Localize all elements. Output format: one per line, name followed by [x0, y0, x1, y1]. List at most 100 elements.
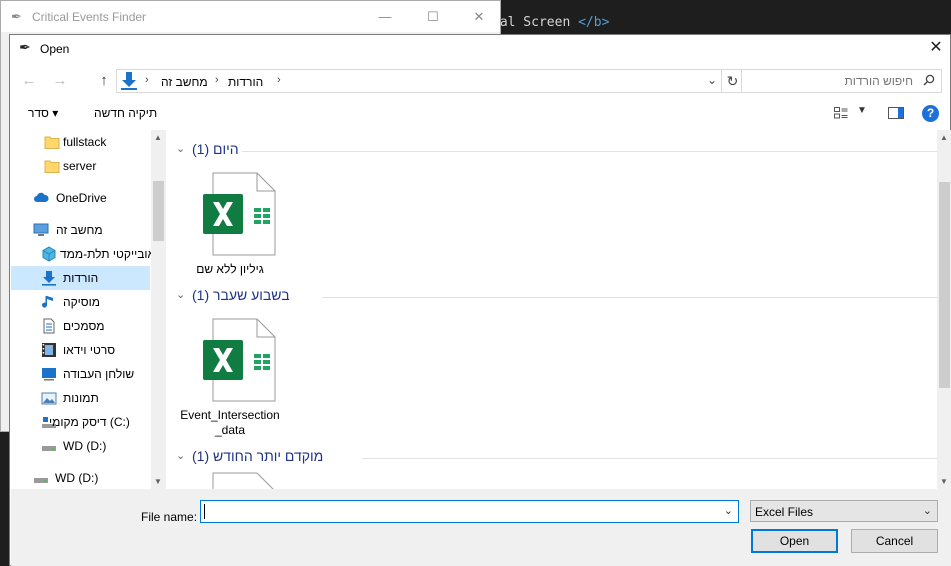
scroll-up-icon[interactable]: ▲	[154, 133, 162, 142]
file-name-combobox[interactable]: ⌄	[200, 500, 739, 523]
nav-item-label: fullstack	[63, 135, 107, 149]
code-tag: </b>	[578, 15, 610, 30]
nav-item-server[interactable]: server	[11, 154, 150, 178]
nav-item-label: שולחן העבודה	[63, 367, 135, 381]
help-icon[interactable]: ?	[922, 105, 939, 122]
new-folder-button[interactable]: תיקיה חדשה	[94, 106, 157, 120]
excel-file-icon	[203, 172, 276, 256]
download-icon	[121, 72, 137, 90]
group-header-last-week[interactable]: ⌄ (1) בשבוע שעבר	[176, 286, 937, 306]
search-box[interactable]	[741, 69, 942, 93]
chevron-down-icon[interactable]: ⌄	[724, 504, 733, 517]
parent-window-title: Critical Events Finder	[32, 10, 147, 24]
nav-item-wd-d-2[interactable]: WD (D:)	[11, 466, 150, 489]
nav-item-videos[interactable]: סרטי וידאו	[11, 338, 150, 362]
music-icon	[42, 296, 53, 308]
dialog-title: Open	[40, 42, 70, 56]
group-divider	[242, 151, 937, 152]
nav-item-label: WD (D:)	[55, 471, 99, 485]
cancel-button[interactable]: Cancel	[851, 529, 938, 553]
group-label: (1) מוקדם יותר החודש	[192, 448, 324, 464]
file-list-scrollbar[interactable]: ▲ ▼	[937, 130, 951, 489]
chevron-down-icon[interactable]: ⌄	[176, 288, 185, 301]
search-input[interactable]	[748, 73, 913, 89]
view-dropdown-arrow[interactable]: ▼	[857, 105, 867, 116]
breadcrumb-separator[interactable]: ›	[277, 74, 281, 86]
nav-item-label: מחשב זה	[56, 223, 103, 237]
dialog-footer: File name: ⌄ Excel Files ⌄ Open Cancel	[11, 489, 951, 566]
nav-item-fullstack[interactable]: fullstack	[11, 130, 150, 154]
file-type-value: Excel Files	[755, 505, 814, 519]
chevron-down-icon[interactable]: ⌄	[176, 142, 185, 155]
group-header-today[interactable]: ⌄ (1) היום	[176, 140, 937, 160]
up-arrow-icon[interactable]: ↑	[94, 71, 114, 91]
nav-item-music[interactable]: מוסיקה	[11, 290, 150, 314]
file-item[interactable]: גיליון ללא שם	[175, 172, 285, 292]
nav-item-this-pc[interactable]: מחשב זה	[11, 218, 150, 242]
navigation-pane: fullstack server OneDrive מחשב זה אובייק…	[11, 130, 166, 489]
feather-icon: ✒	[11, 9, 22, 24]
nav-item-label: אובייקטי תלת-ממד	[60, 247, 156, 261]
breadcrumb-this-pc[interactable]: מחשב זה	[161, 75, 208, 89]
breadcrumb-separator[interactable]: ›	[145, 74, 149, 86]
nav-item-label: סרטי וידאו	[63, 343, 116, 357]
minimize-button[interactable]: —	[370, 6, 400, 28]
file-item[interactable]: Event_Intersection_data	[175, 318, 285, 438]
download-icon	[42, 271, 56, 286]
file-icon-partial	[212, 472, 274, 489]
file-type-select[interactable]: Excel Files ⌄	[750, 500, 938, 522]
dialog-close-button[interactable]: ✕	[922, 35, 950, 61]
organize-button[interactable]: סדר ▾	[28, 106, 58, 120]
address-bar[interactable]: › מחשב זה › הורדות › ⌄ ↻	[116, 69, 744, 93]
file-name-input[interactable]	[205, 503, 715, 520]
nav-item-desktop[interactable]: שולחן העבודה	[11, 362, 150, 386]
chevron-down-icon[interactable]: ⌄	[176, 449, 185, 462]
desktop-icon	[42, 368, 56, 381]
forward-arrow-icon[interactable]: →	[50, 71, 70, 91]
nav-item-local-disk-c[interactable]: דיסק מקומי (C:)	[11, 410, 150, 434]
back-arrow-icon[interactable]: ←	[19, 71, 39, 91]
feather-icon: ✒	[19, 39, 31, 55]
nav-item-downloads[interactable]: הורדות	[11, 266, 150, 290]
video-icon	[42, 343, 56, 357]
folder-icon	[44, 136, 60, 149]
dialog-titlebar: ✒ Open ✕	[10, 35, 950, 63]
scroll-down-icon[interactable]: ▼	[940, 477, 948, 486]
view-options-icon[interactable]	[834, 107, 848, 119]
refresh-icon[interactable]: ↻	[721, 70, 743, 92]
document-icon	[43, 318, 55, 334]
chevron-down-icon[interactable]: ⌄	[923, 504, 932, 517]
nav-item-documents[interactable]: מסמכים	[11, 314, 150, 338]
nav-item-label: הורדות	[63, 271, 99, 285]
nav-item-label: תמונות	[63, 391, 99, 405]
close-button[interactable]: ✕	[464, 6, 494, 28]
open-button[interactable]: Open	[751, 529, 838, 553]
nav-item-label: דיסק מקומי (C:)	[49, 415, 130, 429]
nav-item-pictures[interactable]: תמונות	[11, 386, 150, 410]
breadcrumb-downloads[interactable]: הורדות	[228, 75, 263, 89]
cloud-icon	[34, 192, 49, 202]
computer-icon	[33, 223, 49, 236]
scrollbar-thumb[interactable]	[153, 181, 164, 241]
nav-item-wd-d[interactable]: WD (D:)	[11, 434, 150, 458]
code-fragment: ial Screen	[492, 15, 579, 30]
cube-icon	[42, 246, 56, 262]
scroll-up-icon[interactable]: ▲	[940, 133, 948, 142]
nav-item-3d-objects[interactable]: אובייקטי תלת-ממד	[11, 242, 155, 266]
group-divider	[362, 458, 937, 459]
breadcrumb-separator[interactable]: ›	[215, 74, 219, 86]
open-file-dialog: ✒ Open ✕ ← → ↑ › מחשב זה › הורדות › ⌄ ↻ …	[9, 34, 951, 566]
chevron-down-icon[interactable]: ⌄	[707, 73, 717, 87]
scroll-down-icon[interactable]: ▼	[154, 477, 162, 486]
file-name-label: Event_Intersection_data	[180, 408, 280, 437]
background-code-text: ial Screen </b>	[492, 15, 609, 30]
group-header-earlier-this-month[interactable]: ⌄ (1) מוקדם יותר החודש	[176, 447, 937, 467]
pictures-icon	[41, 392, 57, 405]
nav-item-onedrive[interactable]: OneDrive	[11, 186, 150, 210]
scrollbar-thumb[interactable]	[939, 182, 950, 388]
nav-pane-scrollbar[interactable]: ▲ ▼	[151, 130, 166, 489]
maximize-button[interactable]: ☐	[418, 6, 448, 28]
preview-pane-icon[interactable]	[888, 107, 904, 119]
excel-file-icon	[203, 318, 276, 402]
file-name-label: File name:	[141, 510, 198, 524]
